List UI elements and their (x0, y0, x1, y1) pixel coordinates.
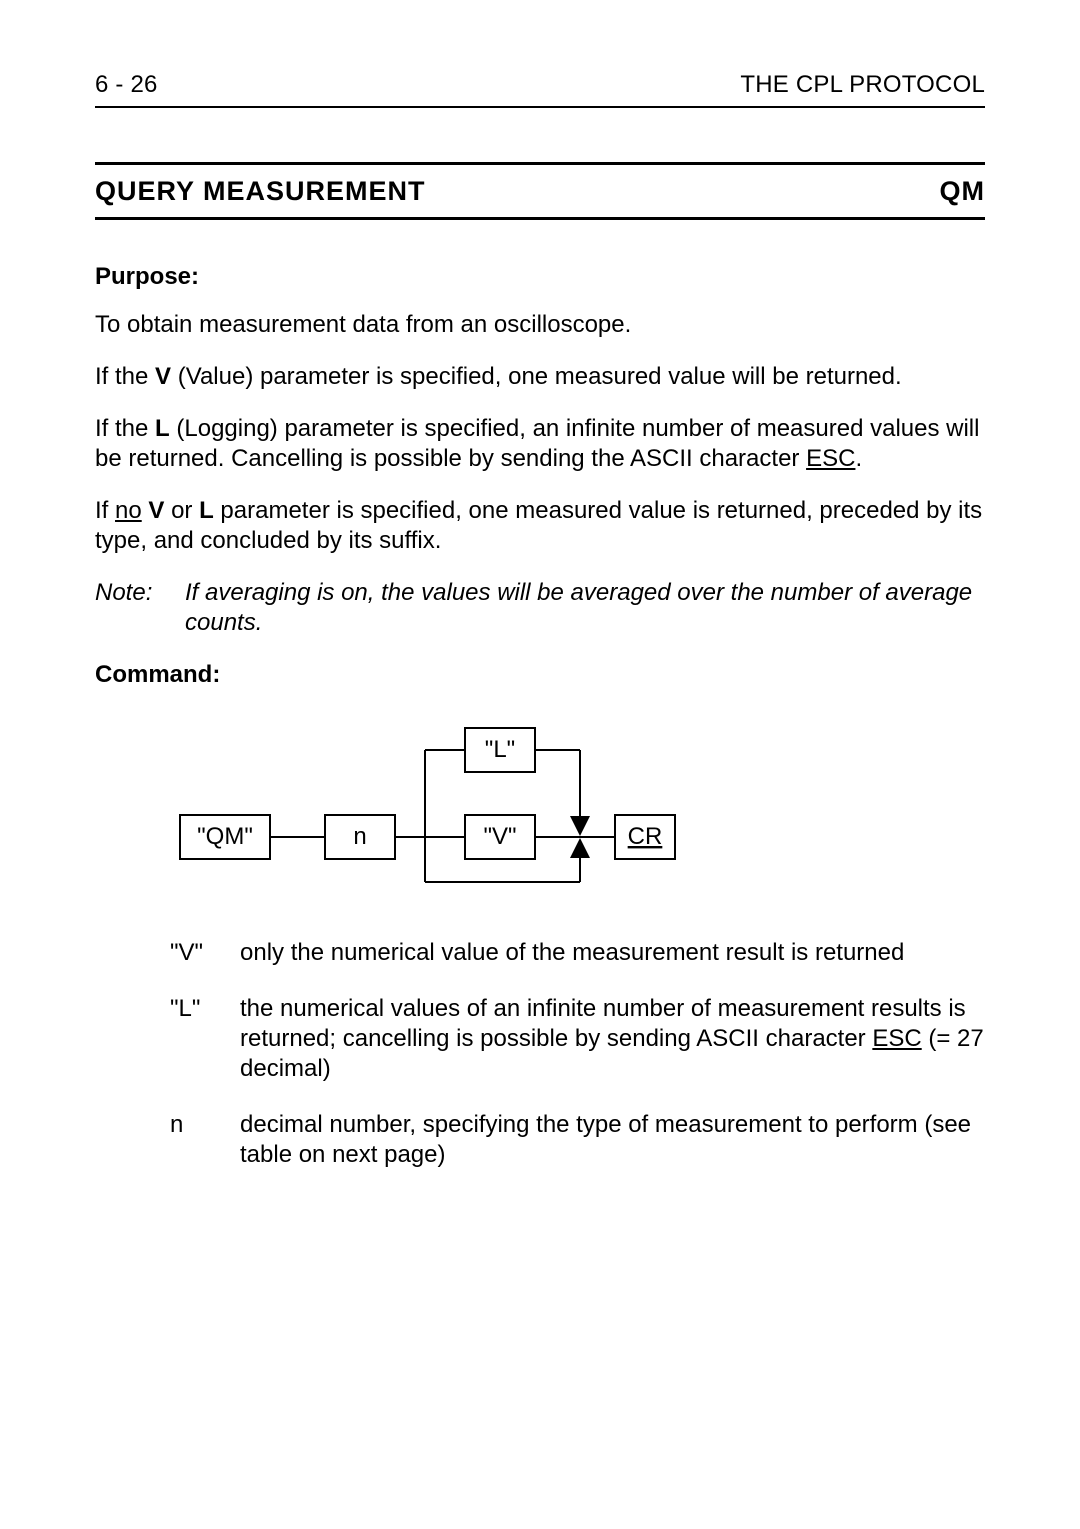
def-n: n decimal number, specifying the type of… (170, 1110, 985, 1170)
svg-text:"V": "V" (483, 823, 516, 850)
text: If the (95, 363, 155, 390)
command-label: Command: (95, 660, 985, 690)
page-number: 6 - 26 (95, 70, 158, 100)
note-block: Note: If averaging is on, the values wil… (95, 578, 985, 638)
parameter-definitions: "V" only the numerical value of the meas… (170, 938, 985, 1170)
esc-underline: ESC (872, 1025, 921, 1052)
purpose-paragraph-3: If the L (Logging) parameter is specifie… (95, 414, 985, 474)
page-header: 6 - 26 THE CPL PROTOCOL (95, 70, 985, 108)
text: or (164, 497, 199, 524)
purpose-paragraph-2: If the V (Value) parameter is specified,… (95, 362, 985, 392)
no-underline: no (115, 497, 142, 524)
text: . (855, 445, 862, 472)
syntax-diagram-svg: "QM" n "V" CR "L" (170, 710, 770, 890)
bold-l: L (155, 415, 170, 442)
bold-l: L (199, 497, 214, 524)
syntax-diagram: "QM" n "V" CR "L" (170, 710, 985, 898)
text: (Value) parameter is specified, one meas… (171, 363, 902, 390)
text: If the (95, 415, 155, 442)
def-key-n: n (170, 1110, 240, 1170)
esc-underline: ESC (806, 445, 855, 472)
def-text-n: decimal number, specifying the type of m… (240, 1110, 985, 1170)
bold-v: V (148, 497, 164, 524)
def-text-v: only the numerical value of the measurem… (240, 938, 985, 968)
svg-text:CR: CR (628, 823, 663, 850)
def-key-v: "V" (170, 938, 240, 968)
note-text: If averaging is on, the values will be a… (185, 578, 985, 638)
note-label: Note: (95, 578, 185, 638)
chapter-title: THE CPL PROTOCOL (740, 70, 985, 100)
text: parameter is specified, one measured val… (95, 497, 982, 554)
page: 6 - 26 THE CPL PROTOCOL QUERY MEASUREMEN… (0, 0, 1080, 1170)
section-code: QM (940, 175, 986, 209)
svg-text:n: n (353, 823, 366, 850)
def-text-l: the numerical values of an infinite numb… (240, 994, 985, 1084)
text: the numerical values of an infinite numb… (240, 995, 966, 1052)
svg-text:"L": "L" (485, 736, 515, 763)
purpose-label: Purpose: (95, 262, 985, 292)
def-v: "V" only the numerical value of the meas… (170, 938, 985, 968)
purpose-paragraph-4: If no V or L parameter is specified, one… (95, 496, 985, 556)
section-title-row: QUERY MEASUREMENT QM (95, 165, 985, 220)
def-key-l: "L" (170, 994, 240, 1084)
def-l: "L" the numerical values of an infinite … (170, 994, 985, 1084)
svg-text:"QM": "QM" (197, 823, 253, 850)
bold-v: V (155, 363, 171, 390)
section-title: QUERY MEASUREMENT (95, 175, 426, 209)
text: If (95, 497, 115, 524)
purpose-paragraph-1: To obtain measurement data from an oscil… (95, 310, 985, 340)
